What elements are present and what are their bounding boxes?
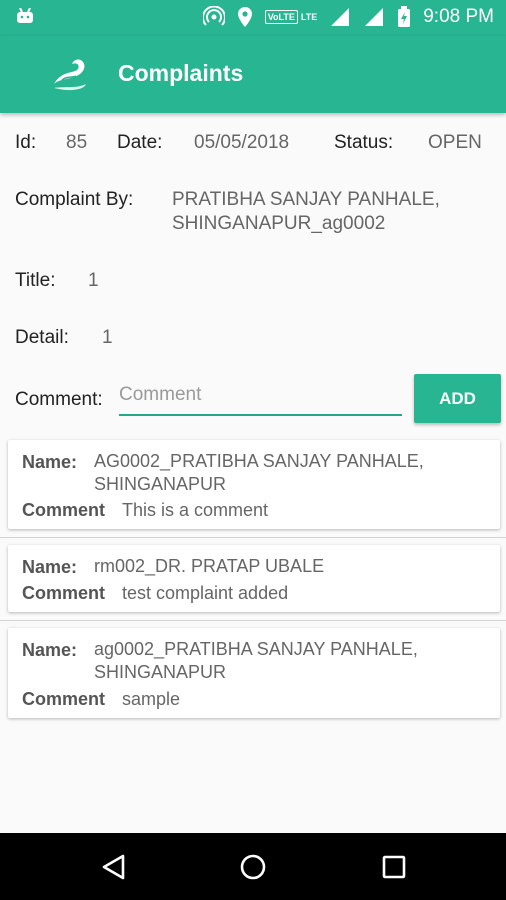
comment-card: Name: AG0002_PRATIBHA SANJAY PANHALE, SH… (8, 440, 500, 529)
comment-key-label: Comment (22, 500, 106, 520)
battery-icon (397, 6, 411, 28)
page-title: Complaints (118, 60, 244, 86)
commenter-name-line2: SHINGANAPUR (94, 662, 227, 682)
comment-label: Comment: (15, 389, 103, 410)
commenter-name-line1: rm002_DR. PRATAP UBALE (94, 556, 325, 576)
complaint-by-label: Complaint By: (15, 189, 134, 210)
id-value: 85 (66, 132, 88, 153)
app-bar: Complaints (0, 36, 506, 113)
hotspot-icon (202, 6, 225, 28)
status-time: 9:08 PM (423, 6, 494, 27)
detail-value: 1 (102, 327, 113, 348)
comment-text: test complaint added (122, 583, 289, 603)
comment-text: sample (122, 689, 181, 709)
navigation-bar (0, 833, 506, 900)
volte-badge: VoLTE LTE (264, 10, 317, 24)
location-icon (237, 6, 253, 28)
status-value: OPEN (428, 132, 482, 153)
recents-icon[interactable] (378, 851, 410, 883)
signal-icon-2 (363, 6, 385, 28)
name-label: Name: (22, 640, 78, 660)
complaint-by-value-line1: PRATIBHA SANJAY PANHALE, (172, 189, 440, 210)
add-comment-button[interactable]: ADD (414, 374, 501, 423)
comment-key-label: Comment (22, 689, 106, 709)
comment-card: Name: ag0002_PRATIBHA SANJAY PANHALE, SH… (8, 628, 500, 718)
title-label: Title: (15, 270, 56, 291)
comment-input[interactable] (119, 380, 402, 416)
signal-icon (329, 6, 351, 28)
android-icon (16, 7, 34, 29)
name-label: Name: (22, 557, 78, 577)
back-icon[interactable] (98, 851, 130, 883)
comment-card: Name: rm002_DR. PRATAP UBALE Comment tes… (8, 545, 500, 612)
date-value: 05/05/2018 (194, 132, 290, 153)
status-bar: VoLTE LTE 9:08 PM (0, 0, 506, 36)
comment-key-label: Comment (22, 583, 106, 603)
date-label: Date: (117, 132, 163, 153)
divider (0, 620, 506, 621)
home-icon[interactable] (237, 851, 269, 883)
id-label: Id: (15, 132, 37, 153)
divider (0, 537, 506, 538)
detail-label: Detail: (15, 327, 69, 348)
commenter-name-line1: AG0002_PRATIBHA SANJAY PANHALE, (94, 451, 424, 471)
complaint-by-value-line2: SHINGANAPUR_ag0002 (172, 213, 386, 234)
title-value: 1 (88, 270, 99, 291)
status-label: Status: (334, 132, 394, 153)
swan-logo-icon (50, 56, 90, 97)
commenter-name-line2: SHINGANAPUR (94, 474, 227, 494)
commenter-name-line1: ag0002_PRATIBHA SANJAY PANHALE, (94, 639, 418, 659)
name-label: Name: (22, 452, 78, 472)
comment-text: This is a comment (122, 500, 269, 520)
